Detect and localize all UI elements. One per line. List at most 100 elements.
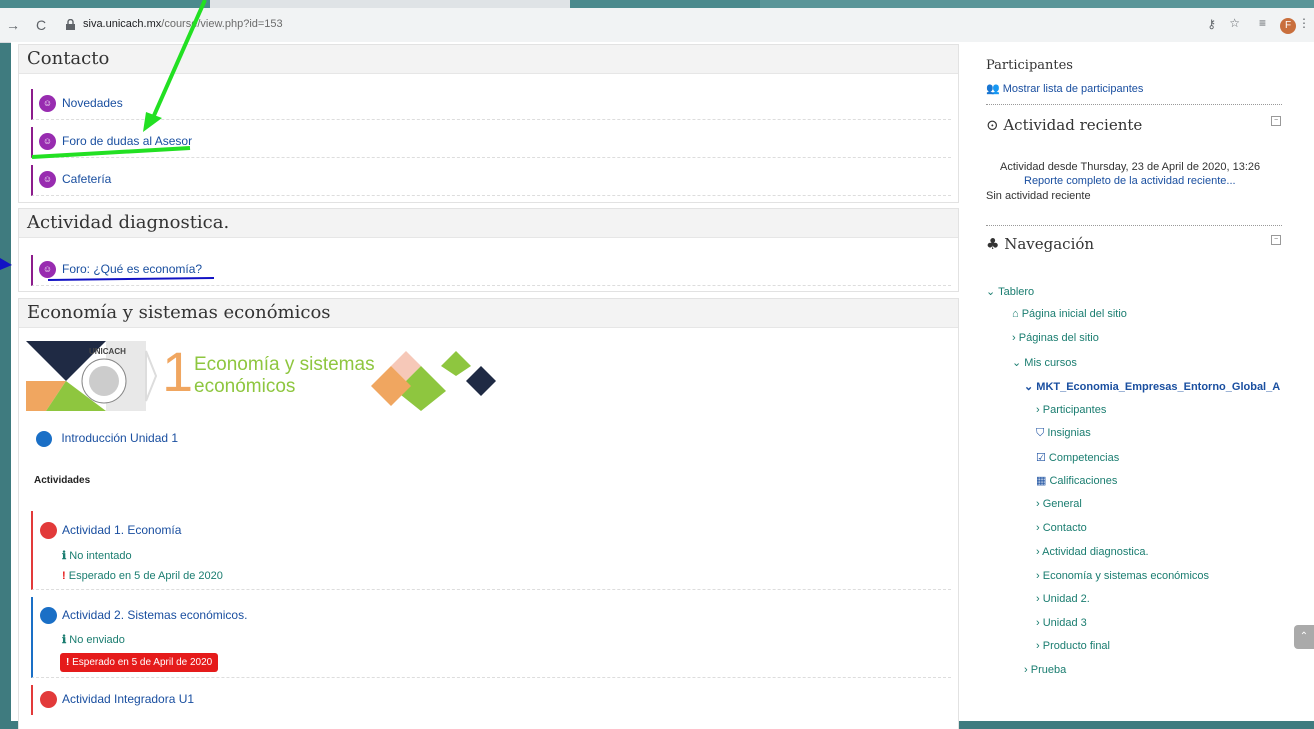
nav-competencias[interactable]: ☑ Competencias [1036,451,1119,464]
activity-link[interactable]: Novedades [62,96,123,110]
forum-icon: ☺ [39,95,56,112]
navigation-title: ♣ Navegación [986,235,1094,253]
recent-activity-label: Actividad reciente [1003,116,1143,134]
collapse-icon[interactable]: − [1271,116,1281,126]
nav-course[interactable]: ⌄ MKT_Economia_Empresas_Entorno_Global_A [1024,380,1280,393]
nav-calificaciones[interactable]: ▦ Calificaciones [1036,474,1117,487]
browser-tab[interactable] [210,0,570,8]
url-path: /course/view.php?id=153 [161,18,283,30]
chevron-right-icon: › [1024,664,1031,676]
nav-pagina-inicial[interactable]: ⌂ Página inicial del sitio [1012,308,1127,320]
nav-insignias[interactable]: ⛉ Insignias [1036,427,1091,440]
key-icon[interactable]: ⚷ [1207,17,1216,31]
resource-link[interactable]: Introducción Unidad 1 [61,431,178,445]
chevron-right-icon: › [1036,593,1043,605]
activity-link[interactable]: Foro de dudas al Asesor [62,134,192,148]
forum-icon: ☺ [39,133,56,150]
nav-general[interactable]: › General [1036,498,1082,510]
nav-contacto[interactable]: › Contacto [1036,522,1087,534]
menu-icon[interactable]: ⋮ [1298,16,1310,30]
section-body: UNICACH 1 Economía y sistemas económicos… [19,329,958,729]
assignment-icon [40,607,57,624]
collapse-icon[interactable]: − [1271,235,1281,245]
status-not-submitted: No enviado [69,634,125,646]
nav-label: Calificaciones [1049,475,1118,487]
nav-unidad-2[interactable]: › Unidad 2. [1036,593,1090,605]
nav-label: MKT_Economia_Empresas_Entorno_Global_A [1036,381,1281,393]
users-icon: 👥 [986,83,1003,95]
chevron-down-icon: ⌄ [1024,381,1037,393]
nav-label: Mis cursos [1024,357,1077,369]
quiz-icon [40,522,57,539]
participants-link[interactable]: 👥 Mostrar lista de participantes [986,82,1143,95]
due-text: ! Esperado en 5 de April de 2020 [62,570,223,582]
chevron-right-icon: › [1036,570,1043,582]
forum-icon: ☺ [39,171,56,188]
activity-link[interactable]: Actividad 1. Economía [62,523,181,537]
activity-forum[interactable]: ☺ Foro de dudas al Asesor [31,127,951,158]
forward-icon[interactable]: → [6,17,20,33]
activity-forum[interactable]: ☺ Foro: ¿Qué es economía? [31,255,951,286]
participants-link-label[interactable]: Mostrar lista de participantes [1003,83,1144,95]
nav-actividad-diagnostica[interactable]: › Actividad diagnostica. [1036,546,1149,558]
recent-activity-title: ⊙ Actividad reciente [986,116,1142,134]
forum-icon: ☺ [39,261,56,278]
nav-label: Economía y sistemas económicos [1042,570,1210,582]
chevron-down-icon: ⌄ [1012,357,1025,369]
chevron-right-icon: › [1036,617,1043,629]
page-resource[interactable]: Introducción Unidad 1 [36,431,178,447]
activity-assignment[interactable]: Actividad 2. Sistemas económicos. ℹ No e… [31,597,951,678]
divider [986,225,1282,226]
banner-number: 1 [162,340,194,403]
reload-icon[interactable]: C [36,17,46,33]
nav-label: Contacto [1042,522,1087,534]
activities-heading: Actividades [34,475,91,486]
nav-label: Unidad 3 [1042,617,1087,629]
browser-tab[interactable] [760,0,1314,8]
nav-prueba[interactable]: › Prueba [1024,664,1066,676]
activity-link[interactable]: Actividad Integradora U1 [62,692,194,706]
navigation-label: Navegación [1004,235,1095,253]
activity-link[interactable]: Cafetería [62,172,111,186]
nav-label: Competencias [1048,452,1120,464]
address-bar[interactable]: siva.unicach.mx/course/view.php?id=153 [83,18,283,30]
chevron-right-icon: › [1036,498,1043,510]
nav-participantes[interactable]: › Participantes [1036,404,1106,416]
nav-label: General [1042,498,1082,510]
nav-label: Producto final [1042,640,1110,652]
nav-paginas-sitio[interactable]: › Páginas del sitio [1012,332,1099,344]
activity-link[interactable]: Actividad 2. Sistemas económicos. [62,608,247,622]
browser-toolbar: → C siva.unicach.mx/course/view.php?id=1… [0,8,1314,43]
nav-producto-final[interactable]: › Producto final [1036,640,1110,652]
activity-quiz[interactable]: Actividad Integradora U1 [31,685,951,715]
check-square-icon: ☑ [1036,452,1049,464]
nav-unidad-3[interactable]: › Unidad 3 [1036,617,1087,629]
section-title: Actividad diagnostica. [19,209,958,238]
star-icon[interactable]: ☆ [1229,16,1240,30]
profile-avatar[interactable]: F [1280,18,1296,34]
nav-label: Página inicial del sitio [1021,308,1127,320]
activity-quiz[interactable]: Actividad 1. Economía ℹ No intentado ! E… [31,511,951,590]
nav-label: Tablero [998,286,1035,298]
page-content: Contacto ☺ Novedades ☺ Foro de dudas al … [11,42,1314,729]
nav-economia[interactable]: › Economía y sistemas económicos [1036,570,1209,582]
nav-mis-cursos[interactable]: ⌄ Mis cursos [1012,356,1077,369]
activity-forum[interactable]: ☺ Novedades [31,89,951,120]
divider [986,104,1282,105]
url-host: siva.unicach.mx [83,18,162,30]
scroll-top-button[interactable]: ⌃ [1294,625,1314,649]
chevron-right-icon: › [1036,522,1043,534]
section-diagnostica: Actividad diagnostica. ☺ Foro: ¿Qué es e… [18,208,959,292]
activity-forum[interactable]: ☺ Cafetería [31,165,951,196]
chevron-right-icon: › [1012,332,1019,344]
activity-link[interactable]: Foro: ¿Qué es economía? [62,262,202,276]
table-icon: ▦ [1036,475,1050,487]
nav-tablero[interactable]: ⌄ Tablero [986,285,1034,298]
exclamation-icon: ! [62,570,69,582]
participants-title: Participantes [986,58,1073,73]
browser-tabstrip [0,0,1314,8]
report-link[interactable]: Reporte completo de la actividad recient… [1024,175,1236,187]
playlist-icon[interactable]: ≡ [1259,16,1266,30]
due-date: Esperado en 5 de April de 2020 [68,570,223,582]
home-icon: ⌂ [1012,308,1022,320]
